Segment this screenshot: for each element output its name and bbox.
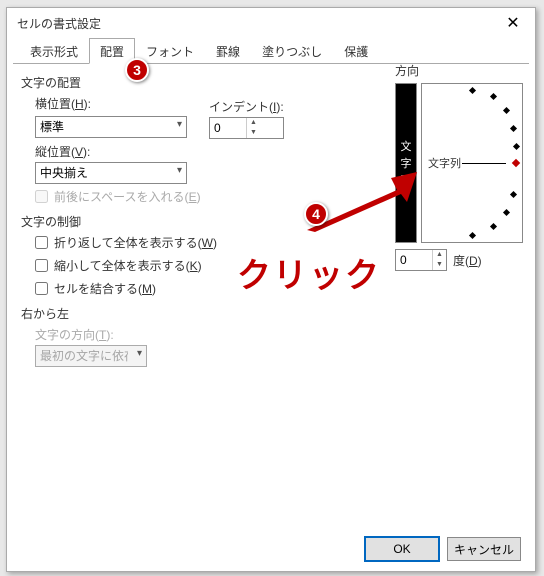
shrink-label: 縮小して全体を表示する(K) bbox=[54, 257, 202, 274]
annotation-badge-3: 3 bbox=[125, 58, 149, 82]
orientation-dial[interactable]: 文字列 bbox=[421, 83, 523, 243]
dialog-title: セルの書式設定 bbox=[17, 15, 493, 32]
dial-text: 文字列 bbox=[428, 155, 461, 171]
text-direction-select: 最初の文字に依存 bbox=[35, 345, 147, 367]
chevron-up-icon[interactable]: ▲ bbox=[247, 118, 260, 128]
annotation-badge-4: 4 bbox=[304, 202, 328, 226]
dial-line bbox=[462, 163, 506, 164]
tab-border[interactable]: 罫線 bbox=[205, 38, 251, 64]
chevron-down-icon[interactable]: ▼ bbox=[433, 260, 446, 270]
tab-font[interactable]: フォント bbox=[135, 38, 205, 64]
annotation-click-text: クリック bbox=[237, 248, 381, 297]
vertical-select[interactable]: 中央揃え bbox=[35, 162, 187, 184]
ok-button[interactable]: OK bbox=[365, 537, 439, 561]
orientation-label: 方向 bbox=[395, 62, 419, 79]
chevron-up-icon[interactable]: ▲ bbox=[433, 250, 446, 260]
tab-number[interactable]: 表示形式 bbox=[19, 38, 89, 64]
degrees-spinner[interactable]: ▲▼ bbox=[395, 249, 447, 271]
rtl-label: 右から左 bbox=[21, 305, 521, 322]
merge-label: セルを結合する(M) bbox=[54, 280, 156, 297]
close-icon[interactable]: ✕ bbox=[493, 9, 533, 37]
horizontal-select[interactable]: 標準 bbox=[35, 116, 187, 138]
degrees-label: 度(D) bbox=[453, 252, 482, 269]
indent-label: インデント(I): bbox=[209, 98, 284, 115]
chevron-down-icon[interactable]: ▼ bbox=[247, 128, 260, 138]
tab-bar: 表示形式 配置 フォント 罫線 塗りつぶし 保護 bbox=[13, 38, 529, 64]
indent-spinner[interactable]: ▲▼ bbox=[209, 117, 284, 139]
tab-fill[interactable]: 塗りつぶし bbox=[251, 38, 333, 64]
indent-input[interactable] bbox=[210, 118, 246, 138]
tab-protection[interactable]: 保護 bbox=[333, 38, 379, 64]
text-direction-label: 文字の方向(T): bbox=[35, 326, 521, 343]
dialog-footer: OK キャンセル bbox=[365, 537, 521, 561]
vertical-text-button[interactable]: 文字列 bbox=[395, 83, 417, 243]
wrap-text-label: 折り返して全体を表示する(W) bbox=[54, 234, 217, 251]
dial-handle-icon[interactable] bbox=[512, 159, 520, 167]
justify-distributed-label: 前後にスペースを入れる(E) bbox=[54, 188, 201, 205]
format-cells-dialog: セルの書式設定 ✕ 表示形式 配置 フォント 罫線 塗りつぶし 保護 文字の配置… bbox=[6, 7, 536, 572]
dialog-body: 文字の配置 横位置(H): 標準 インデント(I): ▲▼ 縦位置 bbox=[7, 64, 535, 526]
orientation-group: 方向 文字列 文字列 bbox=[395, 62, 523, 262]
cancel-button[interactable]: キャンセル bbox=[447, 537, 521, 561]
titlebar: セルの書式設定 ✕ bbox=[7, 8, 535, 38]
degrees-input[interactable] bbox=[396, 250, 432, 270]
